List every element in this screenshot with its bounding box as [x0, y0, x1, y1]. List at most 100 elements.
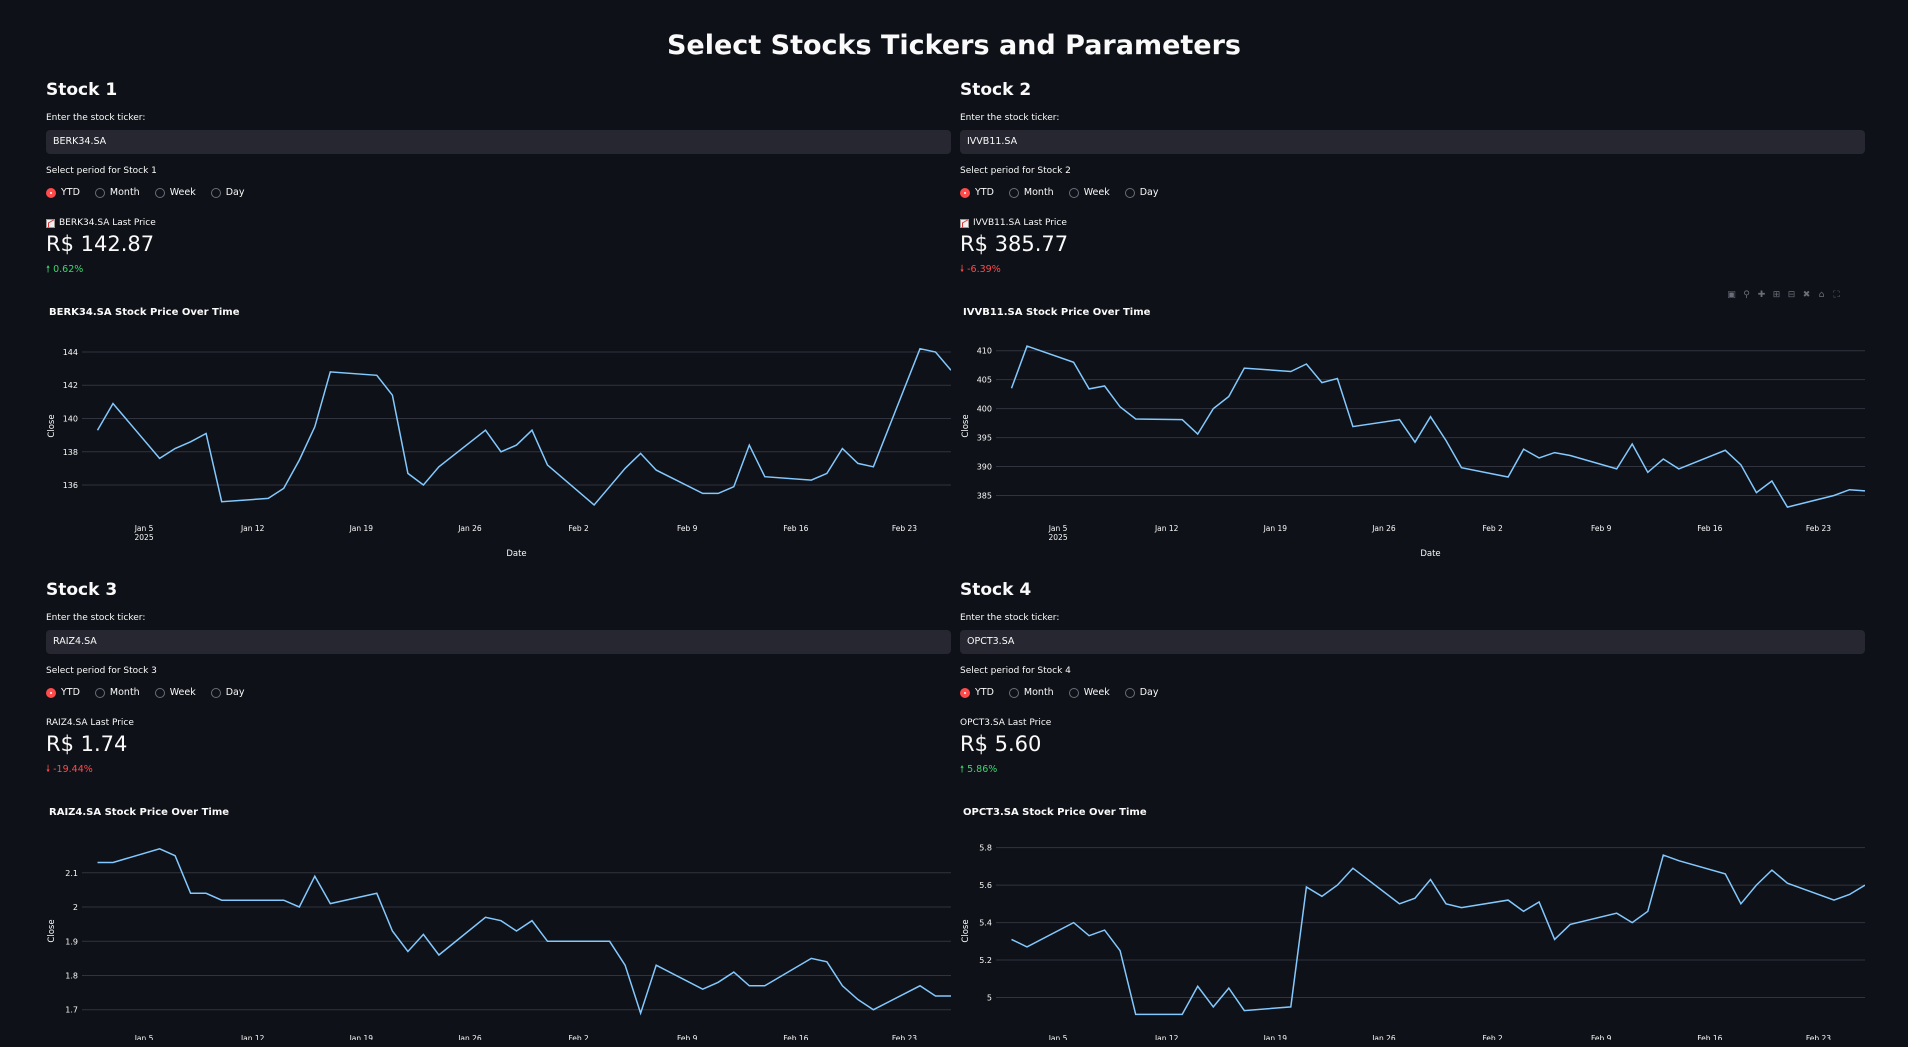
radio-icon[interactable] [154, 687, 165, 698]
ticker-input[interactable]: BERK34.SA [46, 130, 951, 154]
radio-icon[interactable] [960, 187, 970, 198]
radio-icon[interactable] [210, 687, 221, 698]
x-tick-label: Feb 23 [892, 524, 917, 533]
x-tick-label: Jan 12 [240, 1034, 265, 1040]
period-option-label: Day [1139, 187, 1159, 198]
x-year-label: 2025 [135, 533, 154, 542]
period-label: Select period for Stock 4 [960, 666, 1071, 676]
y-tick-label: 136 [63, 481, 78, 490]
period-option-day[interactable]: Day [210, 187, 245, 198]
radio-icon[interactable] [210, 187, 221, 198]
arrow-up-icon: 🠕 [960, 764, 965, 775]
period-option-ytd[interactable]: YTD [960, 687, 994, 698]
x-tick-label: Feb 9 [677, 524, 698, 533]
ticker-label: Enter the stock ticker: [46, 613, 146, 623]
page-title: Select Stocks Tickers and Parameters [666, 30, 1241, 61]
radio-icon[interactable] [1068, 187, 1079, 198]
ticker-label: Enter the stock ticker: [960, 613, 1060, 623]
ticker-input[interactable]: RAIZ4.SA [46, 630, 951, 654]
stock-heading: Stock 4 [960, 580, 1032, 600]
period-option-month[interactable]: Month [1008, 187, 1054, 198]
period-option-ytd[interactable]: YTD [46, 187, 80, 198]
arrow-down-icon: 🠗 [960, 264, 965, 275]
period-option-label: Week [1083, 687, 1110, 698]
y-tick-label: 1.9 [65, 937, 78, 946]
x-tick-label: Jan 26 [1371, 1034, 1396, 1040]
x-tick-label: Feb 2 [568, 524, 589, 533]
radio-icon[interactable] [46, 187, 56, 198]
period-option-day[interactable]: Day [1124, 187, 1159, 198]
period-option-label: Day [225, 687, 245, 698]
period-option-ytd[interactable]: YTD [46, 687, 80, 698]
x-axis-label: Date [1420, 549, 1440, 559]
radio-icon[interactable] [94, 187, 105, 198]
y-tick-label: 5 [987, 994, 992, 1003]
period-option-label: Month [1023, 187, 1054, 198]
period-option-day[interactable]: Day [1124, 687, 1159, 698]
radio-icon[interactable] [960, 687, 970, 698]
stock-heading: Stock 2 [960, 80, 1032, 100]
price-chart[interactable]: 1.71.81.922.1CloseJan 52025Jan 12Jan 19J… [46, 800, 951, 1040]
y-tick-label: 385 [977, 492, 992, 501]
period-radio-group: YTD Month Week Day [960, 187, 1174, 198]
y-tick-label: 5.2 [979, 956, 992, 965]
y-tick-label: 1.7 [65, 1006, 78, 1015]
period-option-month[interactable]: Month [94, 187, 140, 198]
radio-icon[interactable] [94, 687, 105, 698]
ticker-input[interactable]: IVVB11.SA [960, 130, 1865, 154]
radio-icon[interactable] [1008, 187, 1019, 198]
period-option-week[interactable]: Week [1068, 187, 1110, 198]
period-option-week[interactable]: Week [154, 187, 196, 198]
y-axis-label: Close [961, 414, 971, 437]
stock-heading: Stock 3 [46, 580, 118, 600]
metric-label: OPCT3.SA Last Price [960, 718, 1052, 728]
radio-icon[interactable] [1124, 687, 1135, 698]
close-price-line[interactable] [1010, 345, 1866, 508]
close-price-line[interactable] [96, 347, 952, 507]
close-price-line[interactable] [97, 848, 952, 1016]
radio-icon[interactable] [1008, 687, 1019, 698]
ticker-input[interactable]: OPCT3.SA [960, 630, 1865, 654]
radio-icon[interactable] [46, 687, 56, 698]
metric-delta: 🠗 -19.44% [46, 762, 93, 778]
x-tick-label: Jan 12 [240, 524, 265, 533]
x-tick-label: Jan 26 [457, 1034, 482, 1040]
period-label: Select period for Stock 2 [960, 166, 1071, 176]
metric-delta: 🠗 -6.39% [960, 262, 1001, 278]
x-tick-label: Feb 16 [1697, 524, 1722, 533]
period-option-day[interactable]: Day [210, 687, 245, 698]
period-option-label: YTD [61, 687, 80, 698]
period-label: Select period for Stock 1 [46, 166, 157, 176]
metric-label-row: BERK34.SA Last Price [46, 218, 156, 228]
x-tick-label: Jan 26 [457, 524, 482, 533]
x-tick-label: Feb 9 [1591, 524, 1612, 533]
radio-icon[interactable] [1068, 687, 1079, 698]
y-axis-label: Close [47, 919, 57, 942]
period-option-week[interactable]: Week [1068, 687, 1110, 698]
price-chart[interactable]: 136 138 140 142 144 Close Jan 52025 Jan 12 Jan 1… [46, 300, 951, 565]
period-option-ytd[interactable]: YTD [960, 187, 994, 198]
price-chart[interactable]: 55.25.45.65.8CloseJan 52025Jan 12Jan 19J… [960, 800, 1865, 1040]
arrow-down-icon: 🠗 [46, 764, 51, 775]
metric-label: RAIZ4.SA Last Price [46, 718, 134, 728]
x-tick-label: Jan 19 [1263, 1034, 1288, 1040]
x-tick-label: Jan 19 [349, 1034, 374, 1040]
y-tick-label: 405 [977, 376, 992, 385]
y-tick-label: 140 [63, 415, 78, 424]
x-tick-label: Feb 2 [568, 1034, 589, 1040]
radio-icon[interactable] [154, 187, 165, 198]
period-option-week[interactable]: Week [154, 687, 196, 698]
x-tick-label: Jan 12 [1154, 1034, 1179, 1040]
price-chart[interactable]: 385 390 395 400 405 410 Close Jan 52025 Jan 12 Ja… [960, 300, 1865, 565]
period-option-label: Month [109, 187, 140, 198]
period-option-label: YTD [975, 687, 994, 698]
delta-value: -6.39% [967, 264, 1001, 275]
y-tick-label: 142 [63, 381, 78, 390]
metric-delta: 🠕 0.62% [46, 262, 83, 278]
radio-icon[interactable] [1124, 187, 1135, 198]
period-option-month[interactable]: Month [1008, 687, 1054, 698]
x-tick-label: Feb 9 [677, 1034, 698, 1040]
close-price-line[interactable] [1011, 854, 1866, 1016]
y-axis-label: Close [961, 919, 971, 942]
period-option-month[interactable]: Month [94, 687, 140, 698]
